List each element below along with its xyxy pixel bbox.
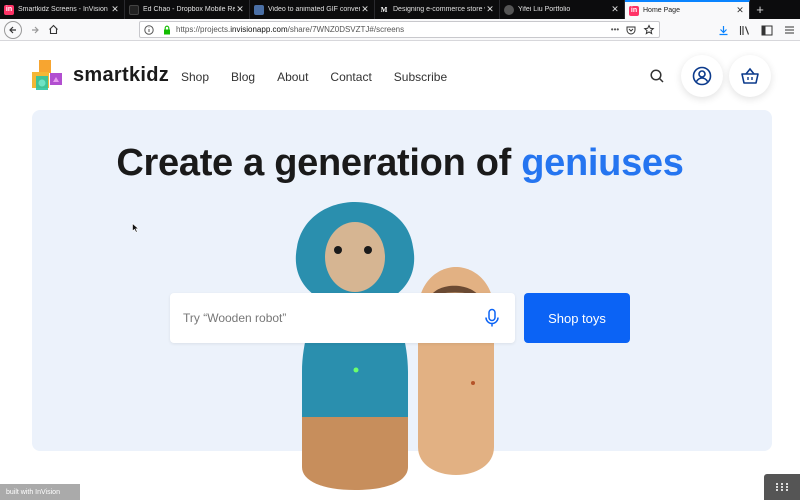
forward-arrow-icon[interactable] (26, 21, 44, 39)
library-icon[interactable] (734, 21, 756, 39)
shop-toys-button[interactable]: Shop toys (524, 293, 630, 343)
invision-favicon-icon: in (4, 4, 14, 15)
home-icon[interactable] (44, 21, 62, 39)
basket-button[interactable] (729, 55, 771, 97)
close-tab-icon[interactable]: ✕ (360, 4, 370, 15)
close-tab-icon[interactable]: ✕ (110, 4, 120, 15)
sidebar-icon[interactable] (756, 21, 778, 39)
url-bar[interactable]: https://projects.invisionapp.com/share/7… (139, 21, 660, 38)
grid-menu-icon[interactable] (764, 474, 800, 500)
brand-name[interactable]: smartkidz (73, 64, 169, 87)
close-tab-icon[interactable]: ✕ (735, 5, 745, 16)
smartkidz-homepage: smartkidz Shop Blog About Contact Subscr… (0, 42, 800, 500)
tab-ed-chao[interactable]: Ed Chao - Dropbox Mobile Redesign ✕ (125, 0, 250, 19)
portfolio-favicon-icon (504, 4, 514, 15)
tab-title: Video to animated GIF converter (268, 6, 360, 13)
invision-favicon-icon: in (629, 5, 639, 16)
gif-favicon-icon (254, 4, 264, 15)
user-icon (692, 66, 712, 86)
main-nav: Shop Blog About Contact Subscribe (181, 70, 469, 84)
toolbar-right (712, 19, 800, 41)
bookmark-star-icon[interactable] (643, 23, 655, 36)
nav-shop[interactable]: Shop (181, 70, 209, 84)
tab-title: Designing e-commerce store w (393, 6, 485, 13)
hamburger-menu-icon[interactable] (778, 21, 800, 39)
close-tab-icon[interactable]: ✕ (235, 4, 245, 15)
close-tab-icon[interactable]: ✕ (610, 4, 620, 15)
headline-accent: geniuses (521, 142, 684, 184)
nav-blog[interactable]: Blog (231, 70, 255, 84)
back-arrow-icon[interactable] (4, 20, 22, 39)
dropbox-favicon-icon (129, 4, 139, 15)
tab-title: Yifei Liu Portfolio (518, 6, 571, 13)
more-actions-icon[interactable]: ••• (607, 25, 623, 34)
url-text: https://projects.invisionapp.com/share/7… (176, 25, 405, 34)
microphone-icon[interactable] (481, 307, 503, 329)
lock-icon (164, 25, 170, 34)
tab-bar: in Smartkidz Screens - InVision ✕ Ed Cha… (0, 0, 800, 19)
close-tab-icon[interactable]: ✕ (485, 4, 495, 15)
search-icon[interactable] (649, 68, 665, 84)
basket-icon (741, 67, 759, 84)
nav-contact[interactable]: Contact (330, 70, 371, 84)
tab-gif-converter[interactable]: Video to animated GIF converter ✕ (250, 0, 375, 19)
tab-title: Home Page (643, 7, 680, 14)
pocket-icon[interactable] (625, 24, 637, 36)
wooden-toys-image (295, 202, 494, 490)
tab-medium-article[interactable]: M Designing e-commerce store w ✕ (375, 0, 500, 19)
tab-yifei-portfolio[interactable]: Yifei Liu Portfolio ✕ (500, 0, 625, 19)
tab-smartkidz-screens[interactable]: in Smartkidz Screens - InVision ✕ (0, 0, 125, 19)
medium-favicon-icon: M (380, 5, 388, 14)
smartkidz-logo-icon[interactable] (32, 60, 66, 92)
info-icon[interactable] (143, 24, 155, 36)
search-placeholder: Try “Wooden robot” (183, 311, 287, 325)
tab-title: Ed Chao - Dropbox Mobile Redesign (143, 6, 235, 13)
tab-title: Smartkidz Screens - InVision (18, 6, 108, 13)
account-button[interactable] (681, 55, 723, 97)
search-input[interactable]: Try “Wooden robot” (170, 293, 515, 343)
mouse-pointer-icon (132, 223, 140, 233)
download-icon[interactable] (712, 21, 734, 39)
built-with-invision-badge[interactable]: built with InVision (0, 484, 80, 500)
tab-home-page[interactable]: in Home Page ✕ (625, 0, 750, 19)
new-tab-icon[interactable]: + (750, 0, 770, 19)
nav-subscribe[interactable]: Subscribe (394, 70, 447, 84)
hero-headline: Create a generation of geniuses (116, 142, 684, 184)
nav-about[interactable]: About (277, 70, 308, 84)
navigation-toolbar: https://projects.invisionapp.com/share/7… (0, 19, 800, 41)
